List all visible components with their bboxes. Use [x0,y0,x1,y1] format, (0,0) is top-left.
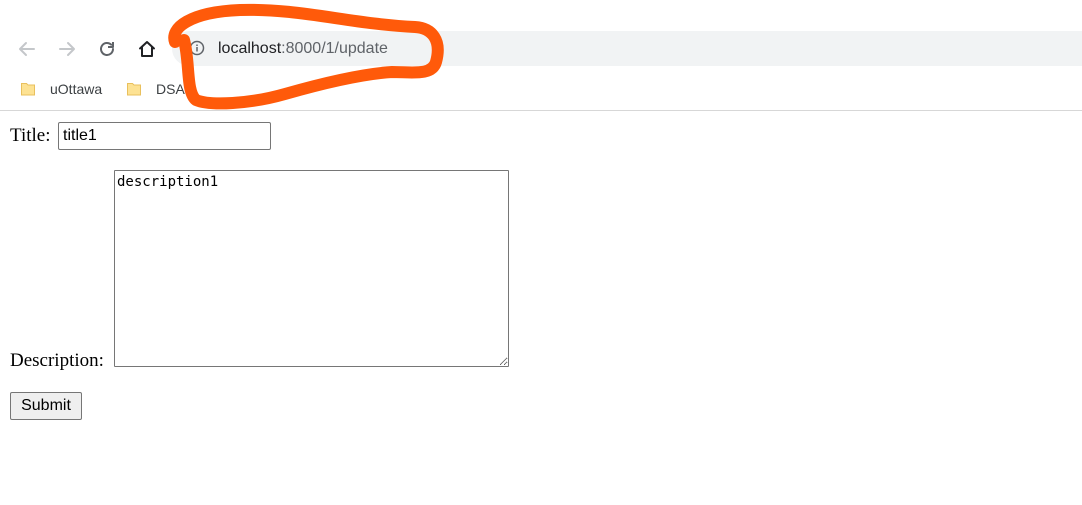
description-textarea[interactable]: description1 [114,170,509,367]
folder-icon [21,83,35,96]
address-url[interactable]: localhost:8000/1/update [218,39,388,59]
url-path: :8000/1/update [281,40,388,57]
description-label: Description: [10,350,104,371]
forward-button[interactable] [53,35,81,63]
folder-icon [127,83,141,96]
browser-chrome: localhost:8000/1/update uOttawa DSA [0,0,1082,111]
bookmark-label: DSA [156,81,185,97]
back-arrow-icon [19,42,35,56]
reload-icon [100,42,114,56]
submit-button[interactable]: Submit [10,392,82,420]
forward-arrow-icon [59,42,75,56]
title-label: Title: [10,125,51,146]
home-icon [139,41,155,57]
url-host: localhost [218,40,282,57]
back-button[interactable] [13,35,41,63]
info-icon[interactable] [189,40,205,56]
bookmark-dsa[interactable]: DSA [126,78,185,100]
reload-button[interactable] [93,35,121,63]
home-button[interactable] [133,35,161,63]
bookmark-uottawa[interactable]: uOttawa [20,78,102,100]
title-input[interactable] [58,122,271,150]
bookmark-label: uOttawa [50,81,103,97]
